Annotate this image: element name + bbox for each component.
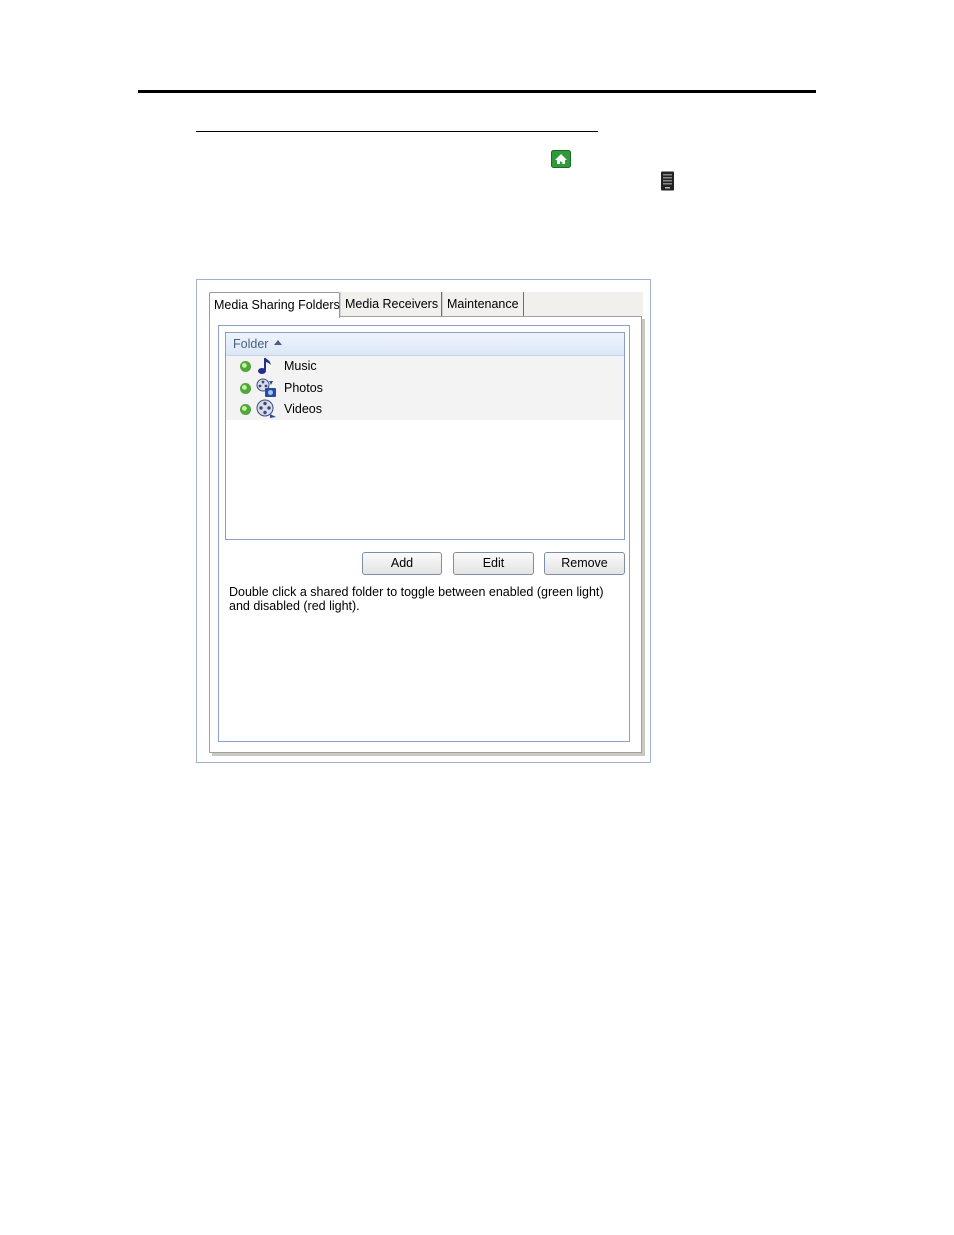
tab-strip: Media Sharing Folders Media Receivers Ma…: [209, 292, 643, 318]
edit-button[interactable]: Edit: [453, 552, 534, 575]
remove-button[interactable]: Remove: [544, 552, 625, 575]
tab-media-sharing-folders[interactable]: Media Sharing Folders: [209, 292, 340, 318]
media-sharing-dialog: Media Sharing Folders Media Receivers Ma…: [196, 279, 651, 763]
enabled-light-icon: [240, 361, 251, 372]
list-rows: Music Photos Videos: [226, 356, 624, 420]
photos-folder-icon: [256, 378, 276, 397]
music-note-icon: [258, 358, 271, 374]
tab-maintenance[interactable]: Maintenance: [442, 292, 524, 316]
column-header-label: Folder: [233, 337, 269, 351]
page-top-rule: [138, 90, 816, 93]
list-item-videos[interactable]: Videos: [226, 399, 624, 421]
section-underline: [196, 131, 598, 132]
list-item-label: Music: [284, 359, 317, 373]
tab-media-receivers[interactable]: Media Receivers: [340, 292, 442, 316]
enabled-light-icon: [240, 382, 251, 394]
server-tower-icon: [661, 171, 674, 191]
panel-frame: Folder Music Photos Videos Add Edit Remo…: [218, 325, 630, 742]
sort-ascending-icon: [274, 340, 283, 346]
list-item-music[interactable]: Music: [226, 356, 624, 378]
list-item-label: Videos: [284, 402, 322, 416]
list-item-label: Photos: [284, 380, 323, 395]
add-button[interactable]: Add: [362, 552, 442, 575]
shared-folders-list[interactable]: Folder Music Photos Videos: [225, 332, 625, 540]
column-header-folder[interactable]: Folder: [226, 333, 624, 356]
media-share-app-icon: [551, 150, 571, 168]
list-item-photos[interactable]: Photos: [226, 378, 624, 400]
videos-folder-icon: [256, 399, 276, 418]
toggle-hint-text: Double click a shared folder to toggle b…: [229, 585, 604, 613]
enabled-light-icon: [240, 404, 251, 415]
tab-panel-media-sharing-folders: Folder Music Photos Videos Add Edit Remo…: [209, 316, 642, 753]
